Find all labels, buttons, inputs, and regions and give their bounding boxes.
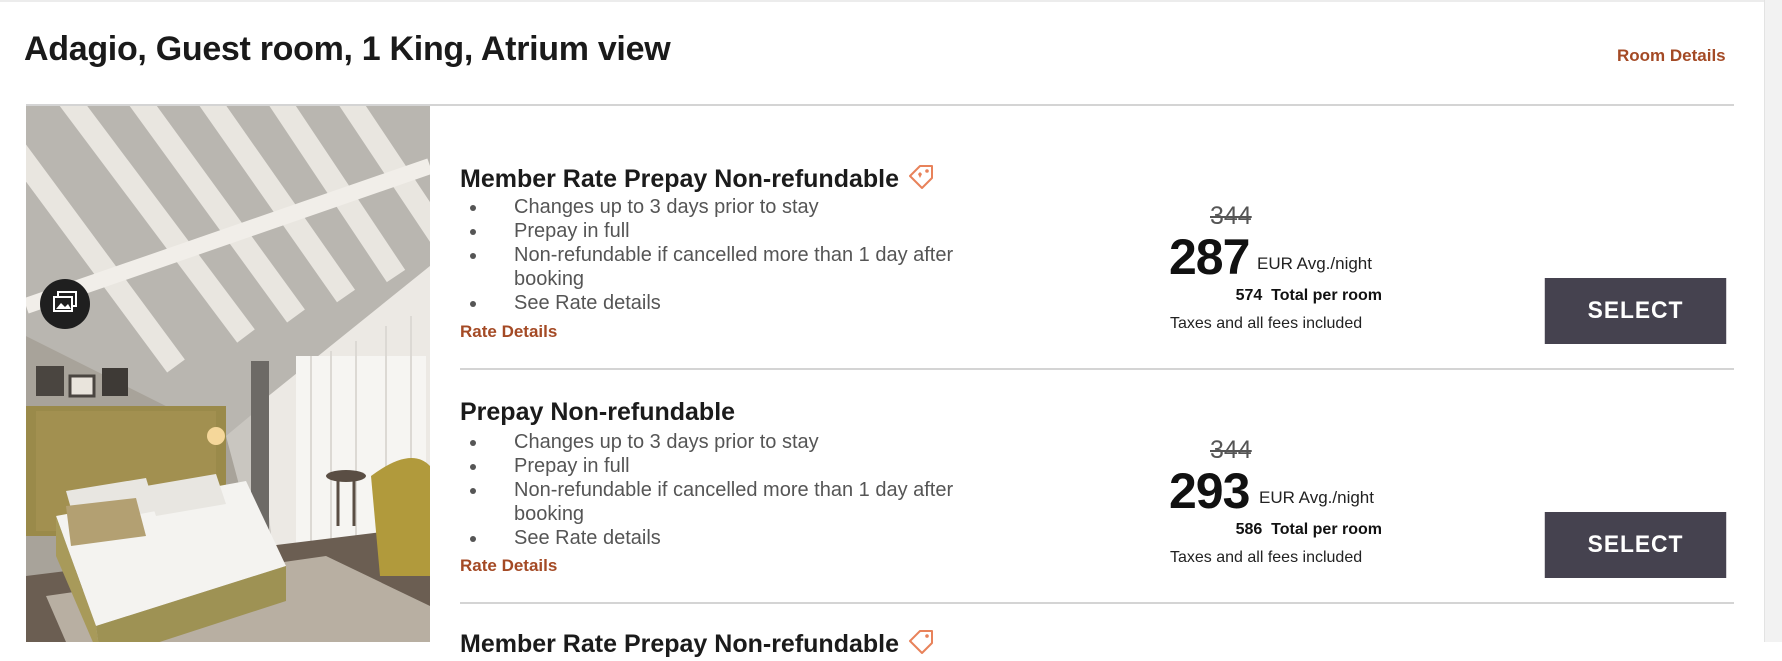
rate-bullets: Changes up to 3 days prior to stay Prepa… [460,195,1020,315]
price-unit: EUR Avg./night [1257,254,1372,273]
total-per-room: 574 Total per room [1235,287,1382,304]
rate-divider [460,602,1734,604]
rate-details-link[interactable]: Rate Details [460,322,557,342]
rate-name: Member Rate Prepay Non-refundable [460,163,935,196]
rate-name: Member Rate Prepay Non-refundable [460,628,935,661]
price-unit: EUR Avg./night [1259,488,1374,507]
list-item: Prepay in full [460,219,984,243]
rate-bullets: Changes up to 3 days prior to stay Prepa… [460,430,1020,550]
list-item: Changes up to 3 days prior to stay [460,430,984,454]
room-photo[interactable] [26,106,430,642]
taxes-note: Taxes and all fees included [1170,315,1363,332]
taxes-note: Taxes and all fees included [1170,549,1363,566]
total-per-room: 586 Total per room [1235,521,1382,538]
rate-price: 287 [1169,229,1250,285]
room-details-link[interactable]: Room Details [1617,46,1726,66]
list-item: Non-refundable if cancelled more than 1 … [460,243,984,291]
original-price: 344 [1210,436,1252,464]
rate-details-link[interactable]: Rate Details [460,556,557,576]
list-item: Changes up to 3 days prior to stay [460,195,984,219]
original-price: 344 [1210,202,1252,230]
rate-price: 293 [1169,463,1250,519]
select-button[interactable]: SELECT [1544,278,1727,344]
room-title: Adagio, Guest room, 1 King, Atrium view [24,30,671,68]
scrollbar-track[interactable] [1764,0,1782,642]
photo-gallery-icon [52,290,78,319]
member-tag-icon [907,628,935,661]
select-button[interactable]: SELECT [1544,512,1727,578]
rate-name: Prepay Non-refundable [460,398,736,426]
photo-gallery-button[interactable] [40,279,90,329]
member-tag-icon [907,163,935,196]
rate-divider [460,368,1734,370]
list-item: Non-refundable if cancelled more than 1 … [460,478,984,526]
list-item[interactable]: See Rate details [460,291,984,315]
list-item[interactable]: See Rate details [460,526,984,550]
top-border [0,0,1782,2]
list-item: Prepay in full [460,454,984,478]
